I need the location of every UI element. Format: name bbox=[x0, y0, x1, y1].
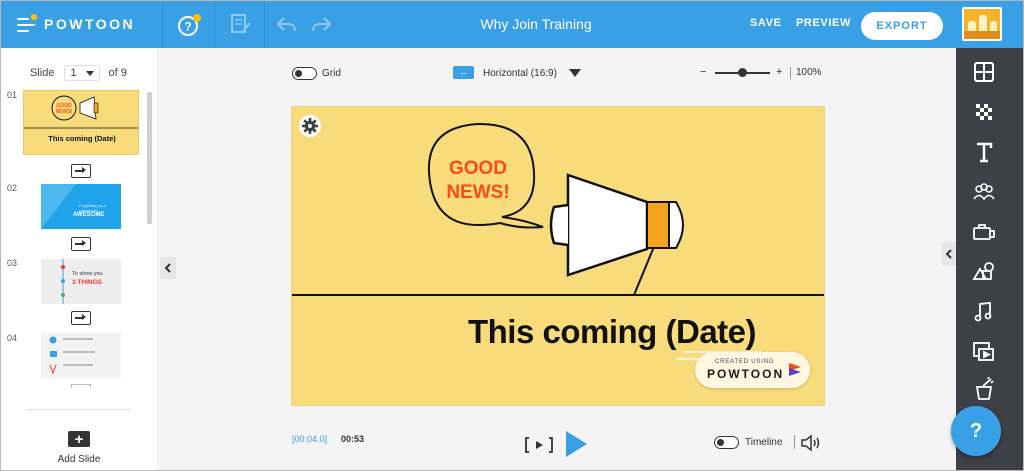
divider bbox=[214, 1, 215, 48]
slide-stage[interactable]: GOOD NEWS! This coming (Date) CREATED US… bbox=[291, 106, 825, 406]
media-icon[interactable] bbox=[971, 339, 997, 365]
top-bar: POWTOON ? Why Join Training SAVE PREVIEW… bbox=[1, 1, 1023, 48]
slide-thumbnail-2[interactable]: Forgetting your password? AWESOME bbox=[41, 184, 121, 229]
slide-number: 03 bbox=[7, 258, 18, 268]
slide-4-art bbox=[49, 336, 95, 375]
background-icon[interactable] bbox=[971, 99, 997, 125]
export-button[interactable]: EXPORT bbox=[861, 12, 943, 40]
zoom-value: 100% bbox=[796, 67, 822, 78]
slide-label: Slide bbox=[30, 67, 55, 79]
preview-button[interactable]: PREVIEW bbox=[796, 17, 851, 29]
zoom-slider-handle[interactable] bbox=[738, 68, 747, 77]
music-icon[interactable] bbox=[971, 299, 997, 325]
notes-icon[interactable] bbox=[230, 13, 252, 37]
slide-number: 02 bbox=[7, 183, 18, 193]
grid-label: Grid bbox=[322, 68, 341, 79]
speech-bubble-line-1: GOOD bbox=[449, 158, 507, 179]
zoom-out-button[interactable]: − bbox=[700, 66, 706, 78]
timeline-toggle[interactable] bbox=[714, 436, 739, 449]
chevron-left-icon bbox=[164, 263, 171, 273]
orientation-icon[interactable]: ↔ bbox=[453, 66, 474, 79]
slide-2-title: AWESOME bbox=[73, 212, 105, 218]
collapse-slides-button[interactable] bbox=[160, 257, 176, 279]
powtoon-editor: POWTOON ? Why Join Training SAVE PREVIEW… bbox=[0, 0, 1024, 471]
redo-icon[interactable] bbox=[310, 15, 332, 35]
slide-number: 01 bbox=[7, 90, 18, 100]
current-slide-number: 1 bbox=[70, 67, 77, 79]
created-using-badge: CREATED USING POWTOON bbox=[695, 352, 810, 388]
canvas-area: Grid ↔ Horizontal (16:9) − + 100% GOOD N… bbox=[160, 48, 956, 470]
transition-icon[interactable] bbox=[71, 384, 91, 388]
slide-1-title: This coming (Date) bbox=[48, 134, 116, 143]
transition-icon[interactable] bbox=[71, 164, 91, 178]
chevron-left-icon bbox=[945, 249, 952, 259]
undo-icon[interactable] bbox=[276, 15, 298, 35]
speech-bubble-line-2: NEWS! bbox=[446, 182, 509, 203]
svg-text:?: ? bbox=[184, 20, 191, 34]
timeline-label: Timeline bbox=[745, 437, 783, 448]
powtoon-mark-icon bbox=[789, 363, 801, 376]
slide-total: of 9 bbox=[108, 67, 127, 79]
magic-icon[interactable] bbox=[971, 377, 997, 403]
orientation-select[interactable]: Horizontal (16:9) bbox=[483, 68, 557, 79]
slide-navigator: Slide 1 of 9 bbox=[30, 65, 127, 81]
text-icon[interactable] bbox=[971, 139, 997, 165]
app-logo[interactable]: POWTOON bbox=[44, 16, 135, 32]
slide-thumbnail-1[interactable]: GOOD NEWS! This coming (Date) bbox=[23, 90, 139, 155]
layout-icon[interactable] bbox=[971, 59, 997, 85]
chevron-down-icon bbox=[86, 70, 95, 76]
slide-headline[interactable]: This coming (Date) bbox=[387, 313, 824, 351]
transition-icon[interactable] bbox=[71, 237, 91, 251]
slide-thumbnail-3[interactable]: To show you 3 THINGS bbox=[41, 259, 121, 304]
slides-scrollbar[interactable] bbox=[147, 92, 152, 224]
created-using-label: CREATED USING bbox=[715, 359, 775, 365]
props-icon[interactable] bbox=[971, 219, 997, 245]
divider bbox=[26, 409, 131, 410]
zoom-in-button[interactable]: + bbox=[776, 66, 782, 78]
slide-thumbnail-4[interactable] bbox=[41, 333, 121, 378]
slide-1-art: GOOD NEWS! bbox=[24, 95, 138, 129]
slide-number-select[interactable]: 1 bbox=[64, 65, 101, 81]
divider bbox=[794, 435, 795, 449]
divider bbox=[790, 67, 791, 79]
shapes-icon[interactable] bbox=[971, 259, 997, 285]
play-scene-icon[interactable] bbox=[524, 435, 554, 455]
collapse-library-button[interactable] bbox=[942, 242, 956, 266]
slide-number: 04 bbox=[7, 333, 18, 343]
chevron-down-icon[interactable] bbox=[569, 69, 581, 77]
notification-dot bbox=[31, 14, 37, 20]
slides-panel: Slide 1 of 9 01 GOOD NEWS! This coming (… bbox=[1, 48, 159, 470]
characters-icon[interactable] bbox=[971, 179, 997, 205]
slide-3-subtitle: To show you bbox=[72, 271, 103, 277]
transition-icon[interactable] bbox=[71, 311, 91, 325]
current-time: [00:04.0] bbox=[292, 434, 328, 444]
slide-3-title: 3 THINGS bbox=[72, 279, 102, 286]
add-slide-label[interactable]: Add Slide bbox=[41, 454, 117, 465]
play-icon[interactable] bbox=[563, 429, 589, 459]
divider bbox=[264, 1, 265, 48]
gear-icon bbox=[302, 118, 318, 134]
help-icon[interactable]: ? bbox=[177, 13, 203, 39]
badge-brand: POWTOON bbox=[707, 367, 785, 381]
duration: 00:53 bbox=[341, 434, 365, 444]
volume-icon[interactable] bbox=[800, 434, 822, 452]
svg-text:NEWS!: NEWS! bbox=[56, 109, 73, 115]
project-title[interactable]: Why Join Training bbox=[421, 16, 651, 32]
divider bbox=[162, 1, 163, 48]
add-slide-button[interactable]: + bbox=[68, 431, 90, 447]
grid-toggle[interactable] bbox=[292, 67, 317, 80]
help-chat-button[interactable]: ? bbox=[951, 406, 1001, 456]
save-button[interactable]: SAVE bbox=[750, 17, 782, 29]
avatar[interactable] bbox=[962, 7, 1002, 41]
slide-settings-icon[interactable] bbox=[299, 115, 321, 137]
menu-icon[interactable] bbox=[17, 18, 35, 32]
